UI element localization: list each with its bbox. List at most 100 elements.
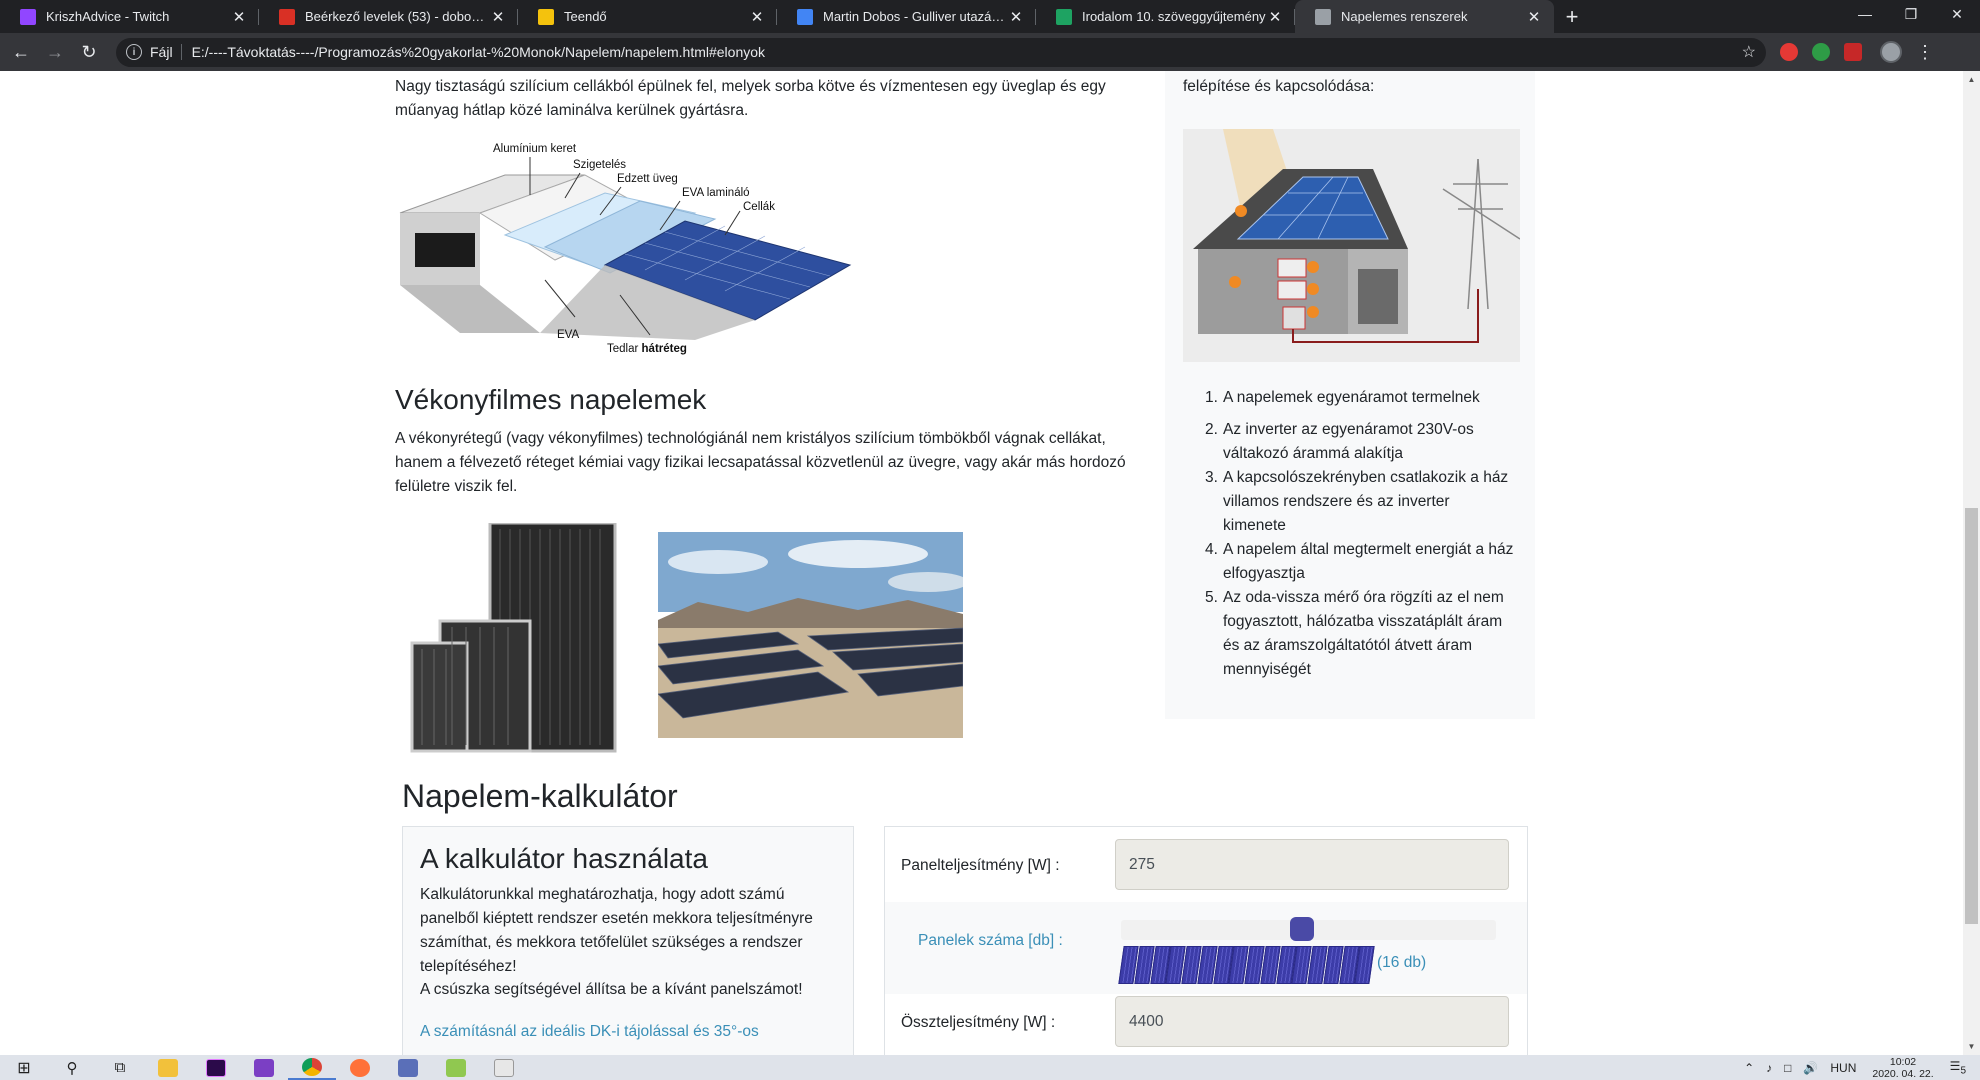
volume-icon[interactable]: 🔊 (1803, 1061, 1818, 1075)
tab-close-icon[interactable]: ✕ (1008, 8, 1024, 26)
chrome-icon[interactable] (288, 1055, 336, 1080)
system-step-text: Az inverter az egyenáramot 230V-os válta… (1223, 421, 1474, 462)
twitch-icon (20, 8, 36, 25)
crystalline-intro-text: Nagy tisztaságú szilícium cellákból épül… (395, 78, 1106, 119)
label-eva: EVA (557, 329, 580, 341)
new-tab-button[interactable]: + (1554, 0, 1590, 33)
panel-count-text: (16 db) (1377, 954, 1427, 971)
page-viewport: Nagy tisztaságú szilícium cellákból épül… (0, 71, 1980, 1055)
visual-studio-icon[interactable] (240, 1055, 288, 1080)
system-caption: felépítése és kapcsolódása: (1183, 78, 1375, 95)
calculator-form-card: Panelteljesítmény [W] : 275 Panelek szám… (884, 826, 1528, 1055)
back-icon[interactable]: ← (4, 35, 38, 69)
tab-close-icon[interactable]: ✕ (490, 8, 506, 26)
keep-icon (538, 8, 554, 25)
gmail-icon (279, 8, 295, 25)
menu-kebab-icon[interactable]: ⋮ (1916, 42, 1934, 63)
page-scrollbar[interactable]: ▲ ▼ (1963, 71, 1980, 1055)
tab-close-icon[interactable]: ✕ (749, 8, 765, 26)
total-power-label: Összteljesítmény [W] : (901, 1014, 1056, 1031)
system-step-number: 5. (1205, 589, 1218, 606)
firefox-icon[interactable] (336, 1055, 384, 1080)
extension-green-icon[interactable] (1812, 43, 1830, 61)
browser-tab[interactable]: KriszhAdvice - Twitch ✕ (0, 0, 259, 33)
notepadpp-icon[interactable] (432, 1055, 480, 1080)
tray-chevron-icon[interactable]: ⌃ (1744, 1061, 1754, 1075)
panel-power-label: Panelteljesítmény [W] : (901, 857, 1060, 874)
system-step-item: 4. A napelem által megtermelt energiát a … (1205, 538, 1515, 586)
label-glass: Edzett üveg (617, 173, 678, 185)
clock-time: 10:02 (1889, 1055, 1917, 1068)
calculator-note-text: A számításnál az ideális DK-i tájolással… (420, 1023, 759, 1040)
tab-title: Teendő (564, 9, 607, 24)
task-view-icon[interactable]: ⧉ (96, 1055, 144, 1080)
panel-power-row: Panelteljesítmény [W] : 275 (885, 827, 1527, 902)
tab-close-icon[interactable]: ✕ (1267, 8, 1283, 26)
scrollbar-thumb[interactable] (1965, 508, 1978, 924)
label-insulation: Szigetelés (573, 159, 627, 171)
label-cells: Cellák (743, 201, 775, 213)
system-sidebar-card: felépítése és kapcsolódása: 1. A napelem… (1165, 71, 1535, 719)
close-window-icon[interactable]: ✕ (1934, 0, 1980, 28)
paint-icon[interactable] (480, 1055, 528, 1080)
system-step-text: Az oda-vissza mérő óra rögzíti az el nem… (1223, 589, 1504, 678)
calculator-help-paragraph: Kalkulátorunkkal meghatározhatja, hogy a… (420, 886, 813, 975)
address-bar[interactable]: i Fájl E:/----Távoktatás----/Programozás… (116, 37, 1766, 67)
label-eva-laminator: EVA lamináló (682, 187, 750, 199)
system-step-item: 3. A kapcsolószekrényben csatlakozik a há… (1205, 466, 1515, 538)
thin-film-text: A vékonyrétegű (vagy vékonyfilmes) techn… (395, 430, 1126, 495)
url-text[interactable]: E:/----Távoktatás----/Programozás%20gyak… (192, 44, 1742, 60)
browser-tab[interactable]: Beérkező levelek (53) - dobos.ma ✕ (259, 0, 518, 33)
file-explorer-icon[interactable] (144, 1055, 192, 1080)
notification-center-icon[interactable]: ☰5 (1950, 1059, 1966, 1076)
panel-power-input[interactable]: 275 (1115, 839, 1509, 890)
globe-icon (1315, 8, 1331, 25)
tab-close-icon[interactable]: ✕ (231, 8, 247, 26)
tab-close-icon[interactable]: ✕ (1526, 8, 1542, 26)
browser-tab[interactable]: Teendő ✕ (518, 0, 777, 33)
browser-tab[interactable]: Irodalom 10. szöveggyűjtemény ✕ (1036, 0, 1295, 33)
search-icon[interactable]: ⚲ (48, 1055, 96, 1080)
profile-avatar[interactable] (1880, 41, 1902, 63)
browser-tab[interactable]: Napelemes renszerek ✕ (1295, 0, 1554, 33)
system-step-text: A napelemek egyenáramot termelnek (1223, 389, 1480, 406)
clock[interactable]: 10:02 2020. 04. 22. (1872, 1056, 1933, 1080)
browser-tab[interactable]: Martin Dobos - Gulliver utazása I ✕ (777, 0, 1036, 33)
notification-count: 5 (1960, 1065, 1966, 1077)
premiere-icon[interactable] (192, 1055, 240, 1080)
camera-app-icon[interactable] (384, 1055, 432, 1080)
system-step-item: 2. Az inverter az egyenáramot 230V-os vál… (1205, 418, 1515, 466)
system-tray: ⌃ ♪ □ 🔊 HUN 10:02 2020. 04. 22. ☰5 (1738, 1055, 1980, 1080)
total-power-row: Összteljesítmény [W] : 4400 (885, 994, 1527, 1055)
system-step-number: 2. (1205, 421, 1218, 438)
extension-red-icon[interactable] (1844, 43, 1862, 61)
network-icon[interactable]: □ (1784, 1061, 1791, 1075)
panel-layers-figure: Alumínium keret Szigetelés Edzett üveg E… (395, 135, 855, 370)
info-icon[interactable]: i (126, 44, 142, 60)
system-step-number: 4. (1205, 541, 1218, 558)
language-indicator[interactable]: HUN (1830, 1061, 1856, 1075)
label-backsheet: hátréteg (641, 343, 687, 355)
calculator-help-card: A kalkulátor használata Kalkulátorunkkal… (402, 826, 854, 1055)
reload-icon[interactable]: ↻ (72, 35, 106, 69)
calculator-help-title: A kalkulátor használata (420, 843, 708, 874)
scroll-up-icon[interactable]: ▲ (1963, 71, 1980, 88)
tab-strip: KriszhAdvice - Twitch ✕ Beérkező levelek (… (0, 0, 1980, 33)
tab-title: Martin Dobos - Gulliver utazása I (823, 9, 1008, 24)
thin-film-panels-image (410, 521, 625, 753)
green-icon (1056, 8, 1072, 25)
extension-shield-icon[interactable] (1780, 43, 1798, 61)
restore-icon[interactable]: ❐ (1888, 0, 1934, 28)
thin-film-heading: Vékonyfilmes napelemek (395, 384, 707, 415)
panel-count-slider-thumb[interactable] (1290, 917, 1314, 941)
microphone-icon[interactable]: ♪ (1766, 1061, 1772, 1075)
house-system-diagram (1183, 129, 1520, 362)
system-steps-list: 1. A napelemek egyenáramot termelnek 2. Az … (1205, 386, 1515, 682)
scroll-down-icon[interactable]: ▼ (1963, 1038, 1980, 1055)
minimize-icon[interactable]: — (1842, 0, 1888, 28)
bookmark-star-icon[interactable]: ☆ (1742, 42, 1756, 62)
label-tedlar: Tedlar hátréteg (607, 343, 687, 355)
forward-icon[interactable]: → (38, 35, 72, 69)
windows-start-icon[interactable]: ⊞ (0, 1055, 48, 1080)
docs-icon (797, 8, 813, 25)
